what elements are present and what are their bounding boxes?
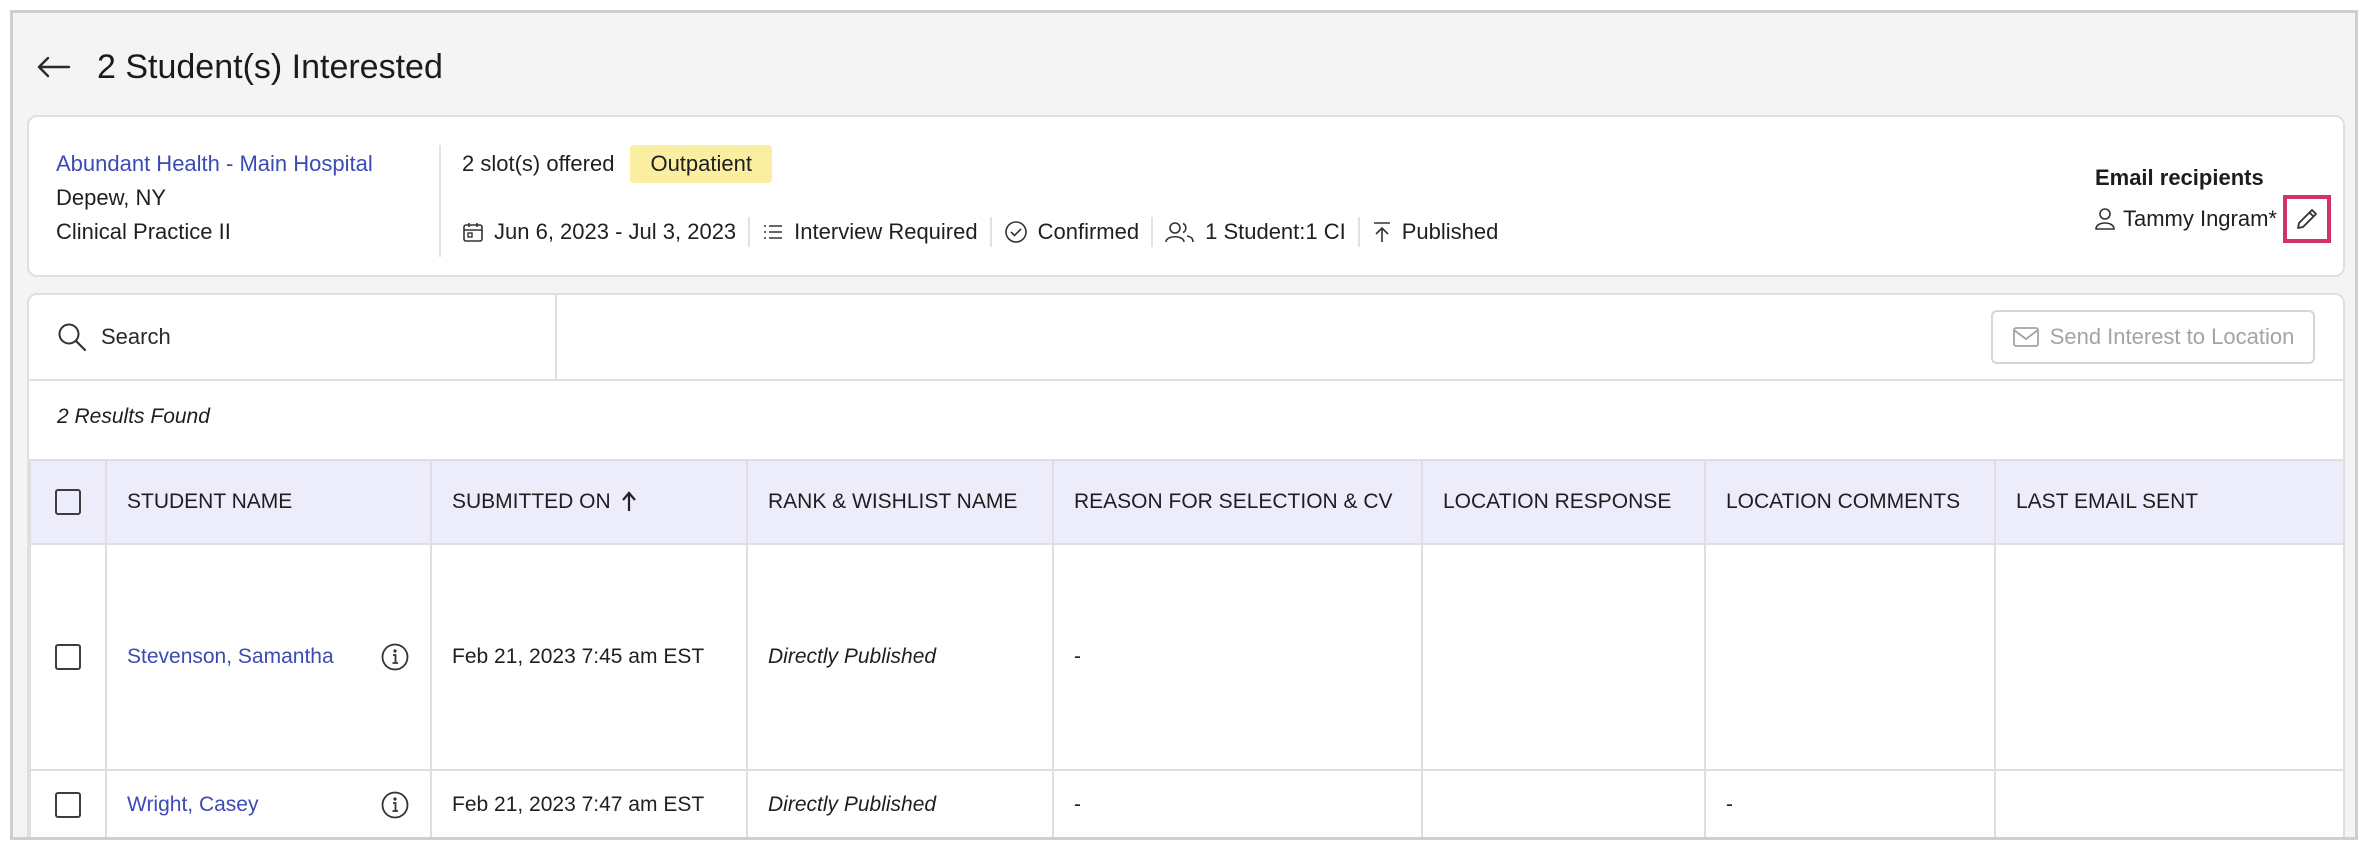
date-range: Jun 6, 2023 - Jul 3, 2023 [462,219,736,245]
info-icon[interactable] [380,642,410,672]
submitted-on-cell: Feb 21, 2023 7:45 am EST [430,543,748,771]
column-header-submitted-on[interactable]: SUBMITTED ON [430,459,748,545]
back-arrow-icon[interactable] [35,52,73,82]
slot-row: 2 slot(s) offered Outpatient [462,145,772,183]
location-comments-cell: - [1704,769,1996,837]
divider [748,217,751,247]
send-interest-button[interactable]: Send Interest to Location [1991,310,2315,364]
row-checkbox[interactable] [55,792,81,818]
student-ci-ratio: 1 Student:1 CI [1165,219,1346,245]
table-row: Wright, Casey Feb 21, 2023 7:47 am EST D… [29,769,2343,837]
students-table: STUDENT NAME SUBMITTED ON RANK & WISHLIS… [29,459,2343,837]
submitted-on-cell: Feb 21, 2023 7:47 am EST [430,769,748,837]
setting-badge: Outpatient [630,145,772,183]
users-icon [1165,222,1194,243]
last-email-cell [1994,543,2343,771]
student-name-cell: Stevenson, Samantha [105,543,432,771]
divider [1357,217,1360,247]
info-icon[interactable] [380,790,410,820]
search-input[interactable]: Search [29,295,557,379]
pencil-icon [2297,209,2317,229]
calendar-icon [463,223,483,242]
student-name-link[interactable]: Stevenson, Samantha [127,645,334,669]
search-placeholder: Search [101,324,171,349]
search-icon [58,323,87,352]
divider [989,217,992,247]
table-row: Stevenson, Samantha Feb 21, 2023 7:45 am… [29,543,2343,771]
list-icon [764,225,783,239]
publish-status: Published [1372,219,1498,245]
last-email-cell [1994,769,2343,837]
divider [439,145,441,257]
location-comments-cell [1704,543,1996,771]
column-header-reason[interactable]: REASON FOR SELECTION & CV [1052,459,1423,545]
email-recipients-title: Email recipients [2094,165,2264,190]
interview-requirement: Interview Required [762,219,978,245]
check-circle-icon [1004,221,1027,243]
person-icon [2095,208,2115,230]
divider [1151,217,1154,247]
student-name-cell: Wright, Casey [105,769,432,837]
location-block: Abundant Health - Main Hospital Depew, N… [56,147,373,249]
location-response-cell [1421,769,1706,837]
column-header-rank-wishlist[interactable]: RANK & WISHLIST NAME [746,459,1054,545]
recipient-name: Tammy Ingram* [2122,206,2277,231]
page-title: 2 Student(s) Interested [97,47,443,86]
reason-cell: - [1052,769,1423,837]
row-checkbox[interactable] [55,644,81,670]
page-header: 2 Student(s) Interested [35,41,443,93]
row-select-cell [29,543,107,771]
student-name-link[interactable]: Wright, Casey [127,793,259,817]
select-all-cell [29,459,107,545]
confirmation-status: Confirmed [1004,219,1139,245]
location-city: Depew, NY [56,185,167,210]
location-response-cell [1421,543,1706,771]
table-header-row: STUDENT NAME SUBMITTED ON RANK & WISHLIS… [29,459,2343,545]
edit-recipients-button[interactable] [2283,195,2331,243]
meta-row: Jun 6, 2023 - Jul 3, 2023 Interview Requ… [462,217,1498,247]
rank-wishlist-cell: Directly Published [746,543,1054,771]
students-table-card: Search Send Interest to Location 2 Resul… [27,293,2345,837]
sort-ascending-icon[interactable] [621,491,637,513]
select-all-checkbox[interactable] [55,489,81,515]
column-header-location-response[interactable]: LOCATION RESPONSE [1421,459,1706,545]
program-name: Clinical Practice II [56,219,231,244]
row-select-cell [29,769,107,837]
rank-wishlist-cell: Directly Published [746,769,1054,837]
app-frame: 2 Student(s) Interested Abundant Health … [10,10,2358,840]
publish-icon [1373,222,1390,242]
mail-icon [2012,327,2039,347]
results-count: 2 Results Found [57,405,210,428]
location-name-link[interactable]: Abundant Health - Main Hospital [56,147,373,181]
slots-offered: 2 slot(s) offered [462,151,615,176]
recipient-row: Tammy Ingram* [2095,195,2331,243]
email-recipients: Email recipients Tammy Ingram* [2095,165,2331,243]
column-header-last-email[interactable]: LAST EMAIL SENT [1994,459,2343,545]
column-header-student-name[interactable]: STUDENT NAME [105,459,432,545]
divider [29,379,2343,381]
column-header-location-comments[interactable]: LOCATION COMMENTS [1704,459,1996,545]
placement-info-card: Abundant Health - Main Hospital Depew, N… [27,115,2345,277]
reason-cell: - [1052,543,1423,771]
